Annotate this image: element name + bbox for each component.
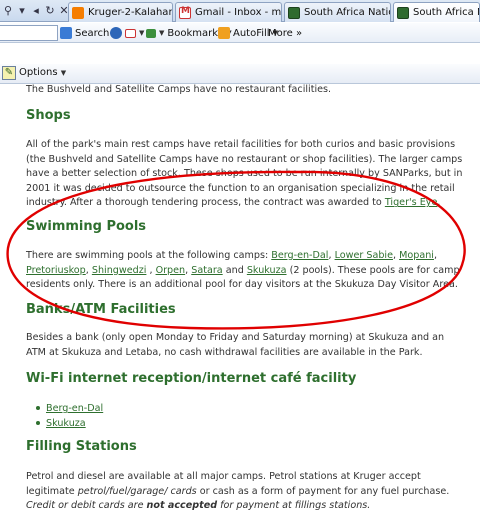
options-menu[interactable]: Options ▼ [19, 67, 66, 78]
shops-paragraph: All of the park's main rest camps have r… [26, 139, 463, 209]
camp-link-lower-sabie[interactable]: Lower Sabie [335, 250, 393, 261]
dropdown-icon[interactable]: ▾ [16, 4, 28, 18]
browser-tab-bar: ⚲ ▾ ◂ ↻ ✕ Kruger-2-Kalahari Blog Gmail -… [0, 0, 480, 22]
tab-sanparks-1[interactable]: South Africa National ... [284, 2, 391, 22]
intro-text: The Bushveld and Satellite Camps have no… [26, 84, 332, 95]
sanparks-icon [288, 6, 300, 19]
camp-link-berg-en-dal[interactable]: Berg-en-Dal [271, 250, 328, 261]
search-box[interactable] [0, 25, 58, 41]
search-icon [60, 27, 72, 39]
back-icon[interactable]: ◂ [30, 4, 42, 18]
search-dropdown-icon[interactable]: ⚲ [2, 4, 14, 18]
gmail-icon [179, 6, 191, 19]
wifi-link-skukuza[interactable]: Skukuza [46, 418, 86, 429]
tab-sanparks-2[interactable]: South Africa Natio... [393, 2, 480, 22]
sanparks-icon [397, 6, 409, 19]
banks-heading: Banks/ATM Facilities [26, 302, 176, 317]
tab-kruger-blog[interactable]: Kruger-2-Kalahari Blog [68, 2, 173, 22]
chevron-down-icon: ▼ [159, 29, 165, 37]
banks-paragraph: Besides a bank (only open Monday to Frid… [26, 332, 445, 358]
camp-link-pretoriuskop[interactable]: Pretoriuskop [26, 265, 86, 276]
list-item: Skukuza [36, 416, 103, 431]
pencil-icon[interactable]: ✎ [2, 66, 16, 80]
more-button[interactable]: More » [268, 25, 302, 41]
refresh-icon[interactable]: ↻ [44, 4, 56, 18]
tab-gmail[interactable]: Gmail - Inbox - mario... [175, 2, 282, 22]
mail-button[interactable]: ▼ [110, 25, 144, 41]
chevron-down-icon: ▼ [60, 69, 67, 77]
camp-link-orpen[interactable]: Orpen [156, 265, 186, 276]
swimming-pools-heading: Swimming Pools [26, 219, 147, 234]
wifi-heading: Wi-Fi internet reception/internet café f… [26, 371, 357, 386]
list-item: Berg-en-Dal [36, 401, 103, 416]
nav-controls: ⚲ ▾ ◂ ↻ ✕ [0, 0, 70, 22]
filling-paragraph: Petrol and diesel are available at all m… [26, 471, 450, 512]
command-toolbar: Search ▼ ▼ ▼ Bookmarks ▼ AutoFill ▼ More… [0, 23, 480, 43]
filling-stations-heading: Filling Stations [26, 439, 137, 454]
shops-heading: Shops [26, 108, 71, 123]
camp-link-mopani[interactable]: Mopani [399, 250, 434, 261]
wifi-link-berg-en-dal[interactable]: Berg-en-Dal [46, 403, 103, 414]
pools-paragraph: There are swimming pools at the followin… [26, 250, 460, 291]
tigers-eye-link[interactable]: Tiger's Eye [385, 197, 438, 208]
wifi-list: Berg-en-Dal Skukuza [36, 401, 103, 431]
blogger-icon [72, 6, 84, 19]
camp-link-satara[interactable]: Satara [191, 265, 222, 276]
chevron-down-icon: ▼ [139, 29, 145, 37]
autofill-icon [218, 27, 230, 39]
gmail-icon [125, 28, 136, 38]
options-toolbar: ✎ Options ▼ [0, 64, 480, 84]
bookmark-icon [146, 28, 156, 38]
camp-link-skukuza[interactable]: Skukuza [247, 265, 287, 276]
globe-icon [110, 27, 122, 39]
camp-link-shingwedzi[interactable]: Shingwedzi [92, 265, 147, 276]
